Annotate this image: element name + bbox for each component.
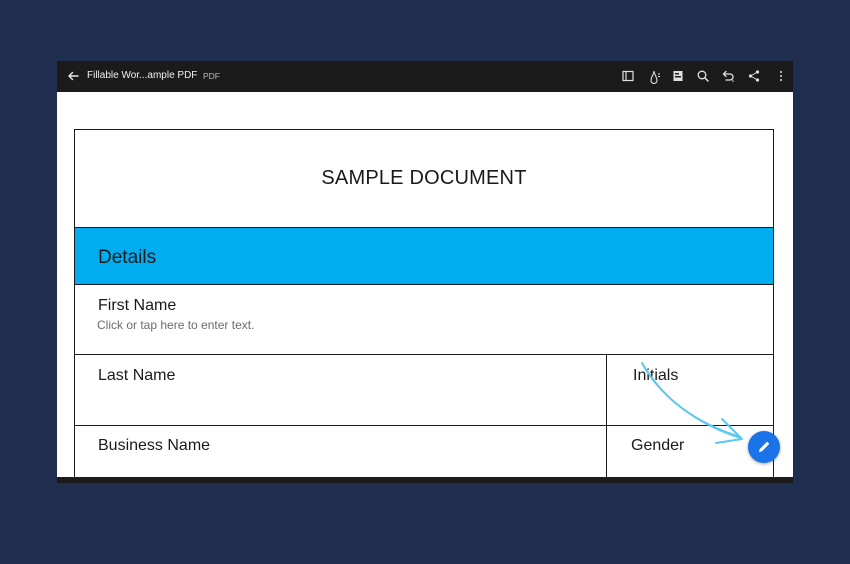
- first-name-field[interactable]: First Name Click or tap here to enter te…: [75, 285, 773, 355]
- gender-label[interactable]: Gender: [631, 437, 684, 455]
- file-type-badge: PDF: [203, 71, 220, 81]
- bookmark-icon[interactable]: [670, 68, 686, 84]
- undo-icon[interactable]: [720, 68, 736, 84]
- section-title: Details: [98, 247, 157, 268]
- initials-label[interactable]: Initials: [633, 367, 678, 385]
- cell-divider: [606, 426, 607, 483]
- business-name-label[interactable]: Business Name: [98, 437, 210, 455]
- last-name-label[interactable]: Last Name: [98, 367, 175, 385]
- viewer-toolbar: Fillable Wor...ample PDF PDF: [57, 61, 793, 92]
- document-title: Fillable Wor...ample PDF: [87, 70, 198, 81]
- page-title: SAMPLE DOCUMENT: [321, 167, 527, 189]
- viewer-bottom-edge: [57, 477, 793, 483]
- search-icon[interactable]: [695, 68, 711, 84]
- first-name-input[interactable]: Click or tap here to enter text.: [97, 318, 254, 332]
- pdf-viewer-window: Fillable Wor...ample PDF PDF SAMPLE DOCU…: [57, 61, 793, 483]
- panel-icon[interactable]: [620, 68, 636, 84]
- pencil-icon: [759, 442, 769, 452]
- last-name-row: Last Name Initials: [75, 355, 773, 426]
- business-name-row: Business Name Gender: [75, 426, 773, 483]
- edit-button[interactable]: [748, 431, 780, 463]
- cell-divider: [606, 355, 607, 425]
- first-name-label: First Name: [98, 297, 177, 314]
- ink-icon[interactable]: [646, 68, 662, 84]
- document-page: SAMPLE DOCUMENT Details First Name Click…: [74, 129, 774, 483]
- more-icon[interactable]: [773, 68, 789, 84]
- share-icon[interactable]: [746, 68, 762, 84]
- section-header: Details: [75, 227, 773, 285]
- back-arrow-icon[interactable]: [65, 68, 81, 84]
